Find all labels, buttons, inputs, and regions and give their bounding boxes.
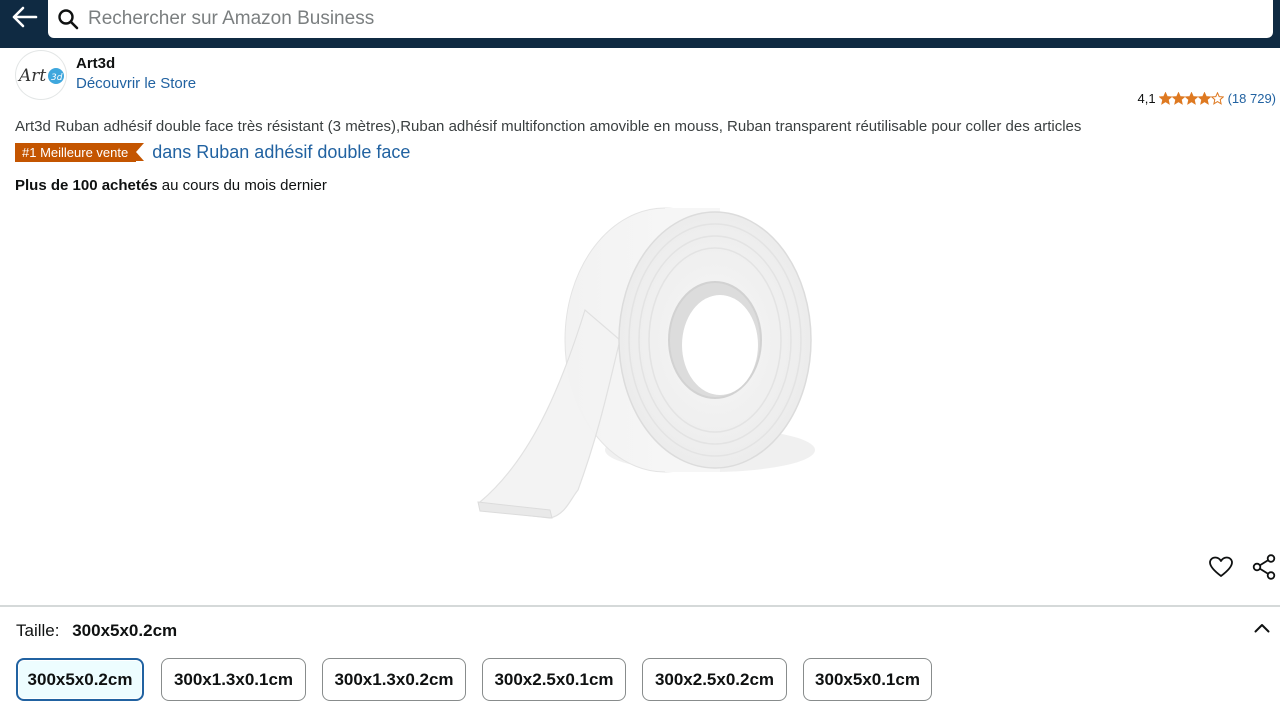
brand-logo[interactable]: Art 3d [15, 50, 67, 100]
product-title: Art3d Ruban adhésif double face très rés… [15, 118, 1082, 135]
size-option-5[interactable]: 300x2.5x0.2cm [642, 658, 787, 701]
divider [0, 605, 1280, 607]
back-button[interactable] [6, 0, 42, 34]
search-icon [48, 0, 88, 38]
tape-roll-image [477, 207, 815, 519]
top-bar [0, 0, 1280, 48]
rating-value: 4,1 [1137, 91, 1156, 106]
wishlist-button[interactable] [1206, 552, 1236, 582]
star-icon [1184, 92, 1198, 105]
search-box[interactable] [48, 0, 1273, 38]
search-input[interactable] [88, 1, 1273, 37]
star-icon [1158, 92, 1172, 105]
arrow-left-icon [12, 6, 38, 28]
star-icon [1210, 92, 1224, 105]
size-selected-value: 300x5x0.2cm [72, 621, 178, 640]
brand-name[interactable]: Art3d [76, 55, 115, 72]
rating[interactable]: 4,1 (18 729) [1138, 91, 1277, 106]
store-link[interactable]: Découvrir le Store [76, 75, 196, 92]
share-button[interactable] [1249, 552, 1279, 582]
bought-count: Plus de 100 achetés au cours du mois der… [15, 177, 327, 194]
art3d-logo-icon: Art 3d [17, 66, 64, 86]
size-option-3[interactable]: 300x1.3x0.2cm [322, 658, 466, 701]
size-row: Taille: 300x5x0.2cm [16, 621, 177, 641]
chevron-up-icon [1254, 624, 1270, 633]
size-label: Taille: [16, 621, 60, 640]
size-option-4[interactable]: 300x2.5x0.1cm [482, 658, 626, 701]
star-icon [1197, 92, 1211, 105]
collapse-button[interactable] [1249, 615, 1275, 641]
bestseller-row[interactable]: #1 Meilleure vente dans Ruban adhésif do… [15, 142, 410, 163]
svg-text:3d: 3d [51, 73, 63, 83]
star-rating [1158, 92, 1224, 105]
svg-text:Art: Art [17, 66, 46, 86]
bought-count-text: au cours du mois dernier [157, 177, 327, 194]
heart-icon [1209, 556, 1233, 577]
bought-count-bold: Plus de 100 achetés [15, 177, 158, 194]
share-icon [1252, 554, 1276, 580]
size-option-6[interactable]: 300x5x0.1cm [803, 658, 932, 701]
product-image[interactable] [470, 200, 820, 530]
bestseller-category-link[interactable]: dans Ruban adhésif double face [152, 142, 410, 163]
size-option-1[interactable]: 300x5x0.2cm [16, 658, 144, 701]
size-option-2[interactable]: 300x1.3x0.1cm [161, 658, 306, 701]
star-icon [1171, 92, 1185, 105]
rating-count[interactable]: (18 729) [1228, 91, 1276, 106]
bestseller-badge: #1 Meilleure vente [15, 143, 145, 162]
